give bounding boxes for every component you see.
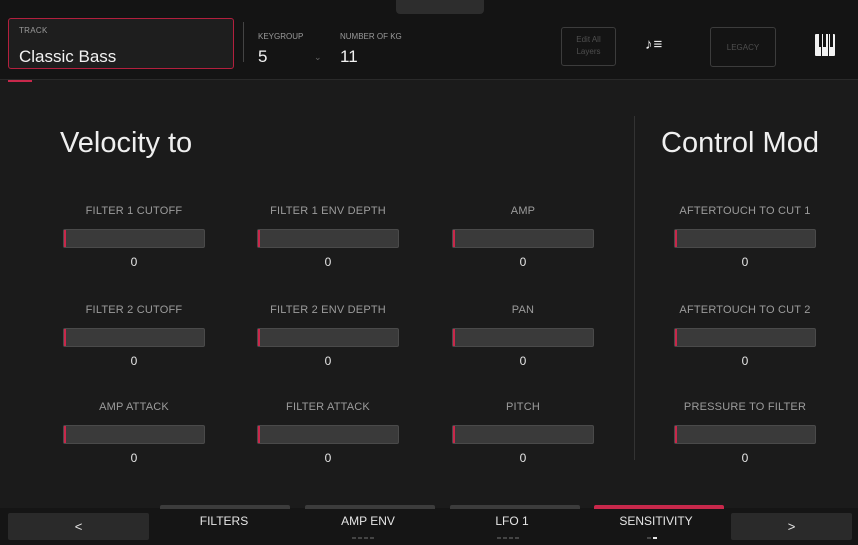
param-pressure-to-filter: PRESSURE TO FILTER 0: [674, 401, 816, 465]
param-pan: PAN 0: [452, 304, 594, 368]
prev-page-button[interactable]: <: [8, 513, 149, 540]
param-label: FILTER 2 ENV DEPTH: [270, 304, 386, 316]
param-slider[interactable]: [674, 328, 816, 347]
slider-marker: [258, 230, 260, 247]
edit-all-layers-button[interactable]: Edit All Layers: [561, 27, 616, 66]
param-amp-attack: AMP ATTACK 0: [63, 401, 205, 465]
slider-marker: [258, 426, 260, 443]
param-label: AMP: [510, 205, 536, 217]
param-slider[interactable]: [452, 328, 594, 347]
tab-indicator-sensitivity: [594, 505, 724, 509]
param-aftertouch-to-cut-2: AFTERTOUCH TO CUT 2 0: [674, 304, 816, 368]
param-slider[interactable]: [257, 425, 399, 444]
param-label: AFTERTOUCH TO CUT 1: [679, 205, 811, 217]
section-divider: [634, 116, 635, 460]
velocity-section-title: Velocity to: [60, 127, 193, 159]
tab-amp-env-dots: [352, 537, 374, 540]
param-filter-1-cutoff: FILTER 1 CUTOFF 0: [63, 205, 205, 269]
control-mod-section-title: Control Mod: [661, 127, 819, 159]
tab-lfo1-dots: [497, 537, 519, 540]
param-slider[interactable]: [674, 229, 816, 248]
param-label: AMP ATTACK: [99, 401, 169, 413]
param-value: 0: [519, 354, 527, 368]
next-page-button[interactable]: >: [731, 513, 852, 540]
slider-marker: [675, 329, 677, 346]
param-value: 0: [519, 451, 527, 465]
chevron-down-icon[interactable]: ⌄: [314, 52, 322, 63]
param-value: 0: [741, 354, 749, 368]
param-aftertouch-to-cut-1: AFTERTOUCH TO CUT 1 0: [674, 205, 816, 269]
param-value: 0: [130, 255, 138, 269]
param-label: FILTER ATTACK: [286, 401, 370, 413]
param-value: 0: [130, 354, 138, 368]
number-of-kg-label: NUMBER OF KG: [340, 32, 402, 41]
param-pitch: PITCH 0: [452, 401, 594, 465]
param-slider[interactable]: [257, 229, 399, 248]
param-value: 0: [324, 451, 332, 465]
param-slider[interactable]: [452, 229, 594, 248]
param-filter-2-env-depth: FILTER 2 ENV DEPTH 0: [257, 304, 399, 368]
tab-indicator-filters: [160, 505, 290, 509]
tab-filters[interactable]: FILTERS: [153, 514, 295, 528]
slider-marker: [675, 426, 677, 443]
param-slider[interactable]: [63, 425, 205, 444]
piano-keyboard-icon[interactable]: [815, 34, 835, 56]
slider-marker: [258, 329, 260, 346]
param-slider[interactable]: [63, 328, 205, 347]
slider-marker: [64, 230, 66, 247]
top-pull-tab[interactable]: [396, 0, 484, 14]
param-label: PRESSURE TO FILTER: [683, 401, 807, 413]
slider-marker: [453, 329, 455, 346]
tab-sensitivity[interactable]: SENSITIVITY: [585, 514, 727, 528]
tab-indicator-lfo1: [450, 505, 580, 509]
tab-amp-env[interactable]: AMP ENV: [297, 514, 439, 528]
slider-marker: [64, 329, 66, 346]
param-label: FILTER 1 CUTOFF: [85, 205, 183, 217]
param-slider[interactable]: [257, 328, 399, 347]
param-filter-attack: FILTER ATTACK 0: [257, 401, 399, 465]
param-slider[interactable]: [452, 425, 594, 444]
param-label: FILTER 2 CUTOFF: [85, 304, 183, 316]
param-value: 0: [741, 255, 749, 269]
tab-lfo1[interactable]: LFO 1: [441, 514, 583, 528]
param-slider[interactable]: [674, 425, 816, 444]
track-label: TRACK: [19, 26, 48, 35]
keygroup-label: KEYGROUP: [258, 32, 304, 41]
header-divider: [243, 22, 244, 62]
param-slider[interactable]: [63, 229, 205, 248]
slider-marker: [64, 426, 66, 443]
slider-marker: [453, 230, 455, 247]
param-label: PAN: [511, 304, 535, 316]
tab-indicator-amp-env: [305, 505, 435, 509]
slider-marker: [453, 426, 455, 443]
param-value: 0: [324, 354, 332, 368]
param-label: AFTERTOUCH TO CUT 2: [679, 304, 811, 316]
param-filter-1-env-depth: FILTER 1 ENV DEPTH 0: [257, 205, 399, 269]
number-of-kg-value[interactable]: 11: [340, 47, 358, 67]
tab-sensitivity-dots: [647, 537, 657, 540]
keygroup-value[interactable]: 5: [258, 47, 267, 67]
track-indicator: [8, 80, 32, 82]
param-value: 0: [741, 451, 749, 465]
param-label: PITCH: [506, 401, 540, 413]
track-value: Classic Bass: [19, 47, 117, 66]
param-value: 0: [519, 255, 527, 269]
param-value: 0: [130, 451, 138, 465]
param-amp: AMP 0: [452, 205, 594, 269]
note-list-icon[interactable]: ♪≡: [645, 36, 663, 53]
param-filter-2-cutoff: FILTER 2 CUTOFF 0: [63, 304, 205, 368]
param-label: FILTER 1 ENV DEPTH: [270, 205, 386, 217]
slider-marker: [675, 230, 677, 247]
header-bar: TRACK Classic Bass KEYGROUP 5 ⌄ NUMBER O…: [0, 0, 858, 80]
legacy-button[interactable]: LEGACY: [710, 27, 776, 67]
param-value: 0: [324, 255, 332, 269]
track-selector[interactable]: TRACK Classic Bass: [8, 18, 234, 69]
